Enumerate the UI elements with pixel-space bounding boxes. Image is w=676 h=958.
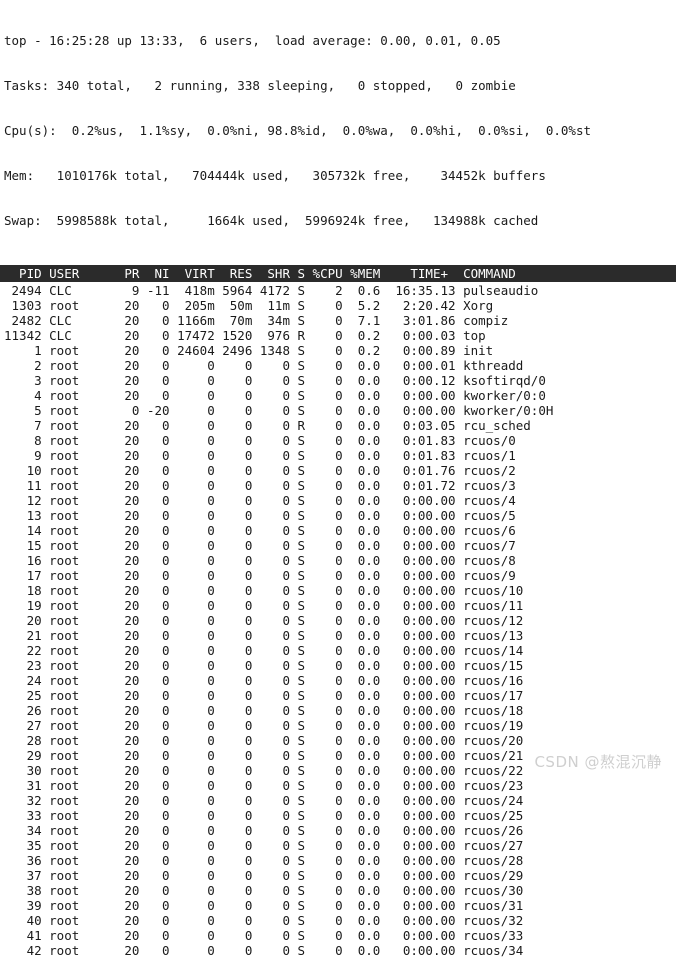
table-row[interactable]: 40 root 20 0 0 0 0 S 0 0.0 0:00.00 rcuos… (4, 913, 676, 928)
table-row[interactable]: 9 root 20 0 0 0 0 S 0 0.0 0:01.83 rcuos/… (4, 448, 676, 463)
swap-line: Swap: 5998588k total, 1664k used, 599692… (4, 213, 539, 228)
terminal-window[interactable]: top - 16:25:28 up 13:33, 6 users, load a… (0, 0, 676, 958)
table-row[interactable]: 16 root 20 0 0 0 0 S 0 0.0 0:00.00 rcuos… (4, 553, 676, 568)
tasks-line: Tasks: 340 total, 2 running, 338 sleepin… (4, 78, 516, 93)
table-row[interactable]: 15 root 20 0 0 0 0 S 0 0.0 0:00.00 rcuos… (4, 538, 676, 553)
table-row[interactable]: 2482 CLC 20 0 1166m 70m 34m S 0 7.1 3:01… (4, 313, 676, 328)
table-row[interactable]: 19 root 20 0 0 0 0 S 0 0.0 0:00.00 rcuos… (4, 598, 676, 613)
table-row[interactable]: 1 root 20 0 24604 2496 1348 S 0 0.2 0:00… (4, 343, 676, 358)
table-row[interactable]: 14 root 20 0 0 0 0 S 0 0.0 0:00.00 rcuos… (4, 523, 676, 538)
table-row[interactable]: 38 root 20 0 0 0 0 S 0 0.0 0:00.00 rcuos… (4, 883, 676, 898)
table-row[interactable]: 18 root 20 0 0 0 0 S 0 0.0 0:00.00 rcuos… (4, 583, 676, 598)
table-row[interactable]: 7 root 20 0 0 0 0 R 0 0.0 0:03.05 rcu_sc… (4, 418, 676, 433)
table-row[interactable]: 32 root 20 0 0 0 0 S 0 0.0 0:00.00 rcuos… (4, 793, 676, 808)
table-row[interactable]: 34 root 20 0 0 0 0 S 0 0.0 0:00.00 rcuos… (4, 823, 676, 838)
table-row[interactable]: 3 root 20 0 0 0 0 S 0 0.0 0:00.12 ksofti… (4, 373, 676, 388)
table-row[interactable]: 27 root 20 0 0 0 0 S 0 0.0 0:00.00 rcuos… (4, 718, 676, 733)
cpu-usage-line: Cpu(s): 0.2%us, 1.1%sy, 0.0%ni, 98.8%id,… (4, 123, 591, 138)
table-row[interactable]: 24 root 20 0 0 0 0 S 0 0.0 0:00.00 rcuos… (4, 673, 676, 688)
csdn-watermark: CSDN @熬混沉静 (534, 753, 662, 771)
table-row[interactable]: 41 root 20 0 0 0 0 S 0 0.0 0:00.00 rcuos… (4, 928, 676, 943)
table-row[interactable]: 17 root 20 0 0 0 0 S 0 0.0 0:00.00 rcuos… (4, 568, 676, 583)
table-row[interactable]: 28 root 20 0 0 0 0 S 0 0.0 0:00.00 rcuos… (4, 733, 676, 748)
table-row[interactable]: 11 root 20 0 0 0 0 S 0 0.0 0:01.72 rcuos… (4, 478, 676, 493)
table-row[interactable]: 13 root 20 0 0 0 0 S 0 0.0 0:00.00 rcuos… (4, 508, 676, 523)
table-row[interactable]: 26 root 20 0 0 0 0 S 0 0.0 0:00.00 rcuos… (4, 703, 676, 718)
table-row[interactable]: 12 root 20 0 0 0 0 S 0 0.0 0:00.00 rcuos… (4, 493, 676, 508)
table-row[interactable]: 10 root 20 0 0 0 0 S 0 0.0 0:01.76 rcuos… (4, 463, 676, 478)
table-row[interactable]: 37 root 20 0 0 0 0 S 0 0.0 0:00.00 rcuos… (4, 868, 676, 883)
table-row[interactable]: 42 root 20 0 0 0 0 S 0 0.0 0:00.00 rcuos… (4, 943, 676, 958)
top-summary-panel: top - 16:25:28 up 13:33, 6 users, load a… (0, 0, 676, 258)
memory-line: Mem: 1010176k total, 704444k used, 30573… (4, 168, 546, 183)
table-row[interactable]: 8 root 20 0 0 0 0 S 0 0.0 0:01.83 rcuos/… (4, 433, 676, 448)
table-row[interactable]: 11342 CLC 20 0 17472 1520 976 R 0 0.2 0:… (4, 328, 676, 343)
table-row[interactable]: 20 root 20 0 0 0 0 S 0 0.0 0:00.00 rcuos… (4, 613, 676, 628)
table-row[interactable]: 2494 CLC 9 -11 418m 5964 4172 S 2 0.6 16… (4, 283, 676, 298)
table-row[interactable]: 1303 root 20 0 205m 50m 11m S 0 5.2 2:20… (4, 298, 676, 313)
process-table-body: 2494 CLC 9 -11 418m 5964 4172 S 2 0.6 16… (0, 282, 676, 958)
table-row[interactable]: 31 root 20 0 0 0 0 S 0 0.0 0:00.00 rcuos… (4, 778, 676, 793)
table-row[interactable]: 36 root 20 0 0 0 0 S 0 0.0 0:00.00 rcuos… (4, 853, 676, 868)
table-row[interactable]: 25 root 20 0 0 0 0 S 0 0.0 0:00.00 rcuos… (4, 688, 676, 703)
summary-table-divider (0, 258, 676, 265)
uptime-load-line: top - 16:25:28 up 13:33, 6 users, load a… (4, 33, 501, 48)
table-row[interactable]: 23 root 20 0 0 0 0 S 0 0.0 0:00.00 rcuos… (4, 658, 676, 673)
table-row[interactable]: 35 root 20 0 0 0 0 S 0 0.0 0:00.00 rcuos… (4, 838, 676, 853)
table-row[interactable]: 33 root 20 0 0 0 0 S 0 0.0 0:00.00 rcuos… (4, 808, 676, 823)
table-row[interactable]: 2 root 20 0 0 0 0 S 0 0.0 0:00.01 kthrea… (4, 358, 676, 373)
table-row[interactable]: 39 root 20 0 0 0 0 S 0 0.0 0:00.00 rcuos… (4, 898, 676, 913)
top-edge-clip (0, 0, 676, 2)
process-table-header[interactable]: PID USER PR NI VIRT RES SHR S %CPU %MEM … (0, 265, 676, 282)
table-row[interactable]: 22 root 20 0 0 0 0 S 0 0.0 0:00.00 rcuos… (4, 643, 676, 658)
table-row[interactable]: 5 root 0 -20 0 0 0 S 0 0.0 0:00.00 kwork… (4, 403, 676, 418)
table-row[interactable]: 4 root 20 0 0 0 0 S 0 0.0 0:00.00 kworke… (4, 388, 676, 403)
table-row[interactable]: 21 root 20 0 0 0 0 S 0 0.0 0:00.00 rcuos… (4, 628, 676, 643)
